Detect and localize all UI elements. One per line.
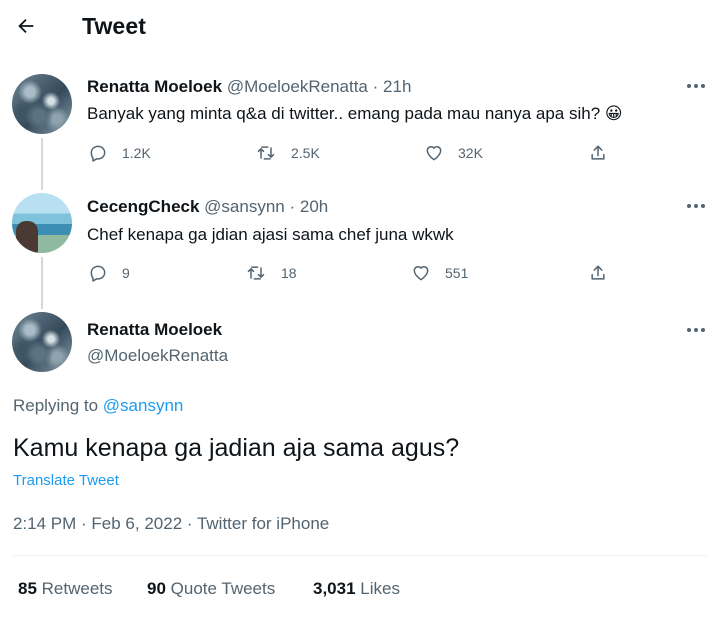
replying-label: Replying to — [13, 396, 99, 415]
tweet-text: Kamu kenapa ga jadian aja sama agus? — [13, 434, 460, 462]
separator: · — [289, 197, 296, 216]
retweets-count: 85 — [18, 579, 37, 598]
retweet-button[interactable]: 18 — [245, 263, 297, 283]
tweet-author-line: Renatta Moeloek @MoeloekRenatta · 21h — [87, 77, 411, 97]
replying-handle-link[interactable]: @sansynn — [103, 396, 184, 415]
thread-line — [41, 138, 43, 190]
author-name[interactable]: CecengCheck — [87, 197, 199, 216]
tweet-text-body: Banyak yang minta q&a di twitter.. emang… — [87, 104, 601, 123]
author-name[interactable]: Renatta Moeloek — [87, 320, 222, 340]
reply-button[interactable]: 1.2K — [88, 143, 151, 163]
more-options-icon[interactable] — [684, 78, 708, 94]
like-button[interactable]: 32K — [424, 143, 483, 163]
likes-count: 3,031 — [313, 579, 356, 598]
heart-icon — [426, 146, 442, 161]
tweet-text: Banyak yang minta q&a di twitter.. emang… — [87, 104, 623, 124]
retweets-label: Retweets — [41, 579, 113, 598]
retweet-count: 2.5K — [291, 145, 320, 161]
reply-icon — [90, 145, 106, 162]
reply-count: 9 — [122, 265, 130, 281]
quote-tweets-stat[interactable]: 90 Quote Tweets — [147, 579, 275, 599]
like-count: 551 — [445, 265, 469, 281]
heart-icon — [413, 266, 429, 281]
share-icon — [591, 265, 605, 280]
avatar[interactable] — [12, 74, 72, 134]
reply-count: 1.2K — [122, 145, 151, 161]
replying-to: Replying to @sansynn — [13, 396, 183, 416]
like-button[interactable]: 551 — [411, 263, 468, 283]
quotes-label: Quote Tweets — [170, 579, 276, 598]
like-count: 32K — [458, 145, 483, 161]
tweet-timestamp[interactable]: 2:14 PM · Feb 6, 2022 · Twitter for iPho… — [13, 514, 329, 534]
author-handle[interactable]: @sansynn — [204, 197, 285, 216]
author-handle[interactable]: @MoeloekRenatta — [87, 346, 228, 366]
reply-icon — [90, 265, 106, 282]
reply-button[interactable]: 9 — [88, 263, 130, 283]
avatar[interactable] — [12, 193, 72, 253]
retweet-icon — [257, 146, 275, 160]
translate-tweet-link[interactable]: Translate Tweet — [13, 472, 119, 489]
share-icon — [591, 145, 605, 160]
share-button[interactable] — [588, 263, 608, 283]
separator: · — [372, 77, 379, 96]
likes-label: Likes — [360, 579, 400, 598]
share-button[interactable] — [588, 143, 608, 163]
retweet-button[interactable]: 2.5K — [255, 143, 320, 163]
more-options-icon[interactable] — [684, 198, 708, 214]
avatar[interactable] — [12, 312, 72, 372]
thread-line — [41, 257, 43, 309]
more-options-icon[interactable] — [684, 322, 708, 338]
retweet-icon — [247, 266, 265, 280]
tweet-time[interactable]: 21h — [383, 77, 411, 96]
divider — [13, 555, 708, 556]
retweet-count: 18 — [281, 265, 297, 281]
back-button[interactable] — [12, 12, 40, 40]
quotes-count: 90 — [147, 579, 166, 598]
tweet-text: Chef kenapa ga jdian ajasi sama chef jun… — [87, 225, 454, 244]
avatar-image — [16, 221, 38, 253]
retweets-stat[interactable]: 85 Retweets — [18, 579, 113, 599]
tweet-time[interactable]: 20h — [300, 197, 328, 216]
tweet-author-line: CecengCheck @sansynn · 20h — [87, 197, 328, 217]
grinning-emoji-icon: 😀 — [604, 104, 623, 123]
likes-stat[interactable]: 3,031 Likes — [313, 579, 400, 599]
author-handle[interactable]: @MoeloekRenatta — [227, 77, 368, 96]
page-title: Tweet — [82, 13, 146, 39]
author-name[interactable]: Renatta Moeloek — [87, 77, 222, 96]
back-arrow-icon — [18, 18, 34, 34]
